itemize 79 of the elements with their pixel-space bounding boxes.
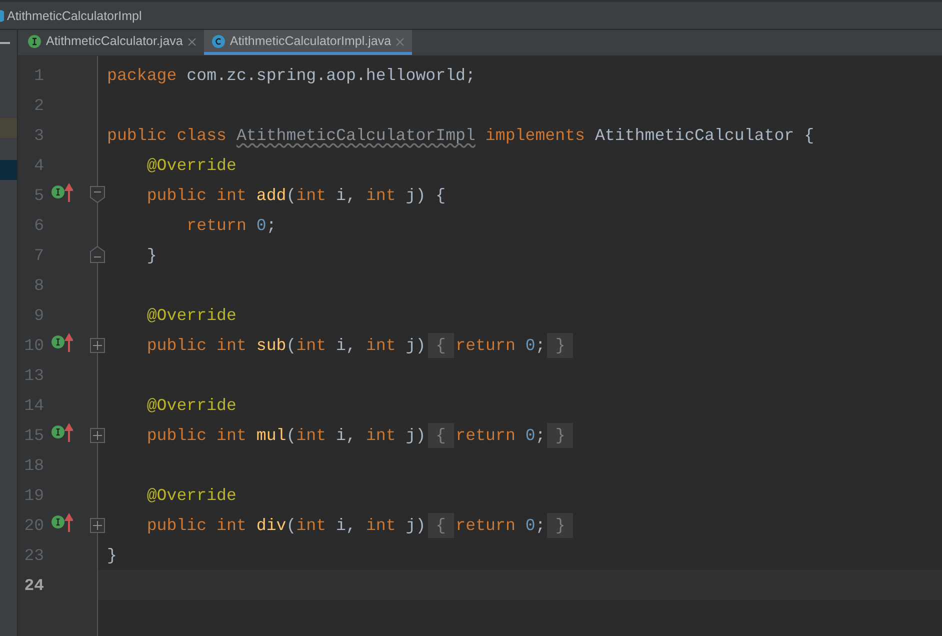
code-token: public int [146, 336, 248, 354]
code-token: add [256, 186, 286, 204]
tree-row-highlight [0, 118, 17, 138]
code-token: } [146, 246, 157, 264]
code-token: sub [256, 336, 286, 354]
code-token: int [296, 336, 326, 354]
expand-icon[interactable] [90, 428, 105, 443]
code-token: i, [335, 426, 357, 444]
code-token: ( [286, 336, 296, 354]
code-token: ; [535, 516, 546, 534]
implements-icon[interactable] [51, 333, 73, 353]
code-token: i, [335, 516, 357, 534]
editor-tab[interactable]: AtithmeticCalculator.java [20, 30, 204, 55]
code-token: j) [404, 426, 426, 444]
breadcrumb-item[interactable]: AtithmeticCalculatorImpl [7, 8, 142, 22]
class-icon [212, 34, 225, 48]
code-token: package [107, 66, 177, 84]
code-token: public int [146, 186, 248, 204]
folded-code-brace[interactable]: } [547, 422, 574, 448]
fold-marker-icon[interactable] [90, 246, 105, 263]
code-token: int [296, 426, 326, 444]
code-token: ; [535, 426, 546, 444]
code-token: ( [286, 426, 296, 444]
tree-row-selection [0, 160, 17, 180]
folded-code-brace[interactable]: } [547, 512, 574, 538]
minimize-icon[interactable] [0, 42, 10, 44]
code-token: j) [404, 336, 426, 354]
fold-marker-icon[interactable] [90, 186, 105, 203]
code-token: return [456, 516, 516, 534]
code-token: ( [286, 186, 296, 204]
code-token: @Override [146, 486, 236, 504]
code-token: int [366, 426, 396, 444]
code-token: public int [146, 516, 248, 534]
interface-icon [28, 34, 41, 48]
code-token: return [456, 426, 516, 444]
code-token: ; [266, 216, 276, 234]
code-token: public class [107, 126, 228, 144]
folded-code-brace[interactable]: { [428, 512, 454, 538]
code-token: int [296, 516, 326, 534]
folded-code-brace[interactable]: { [428, 422, 454, 448]
code-token: int [366, 336, 396, 354]
folded-code-brace[interactable]: { [428, 332, 454, 358]
implements-icon[interactable] [51, 513, 73, 533]
code-token: j) [404, 516, 426, 534]
code-token: AtithmeticCalculator { [594, 126, 814, 144]
tab-label: AtithmeticCalculator.java [46, 34, 183, 48]
implements-icon[interactable] [51, 423, 73, 443]
code-token: @Override [146, 306, 236, 324]
editor-tab[interactable]: AtithmeticCalculatorImpl.java [204, 30, 412, 55]
code-token: ; [535, 336, 546, 354]
code-token: i, [335, 186, 357, 204]
expand-icon[interactable] [90, 518, 105, 533]
code-token: 0 [256, 216, 266, 234]
code-token: @Override [146, 396, 236, 414]
code-token: com.zc.spring.aop.helloworld; [186, 66, 476, 84]
code-token: return [186, 216, 248, 234]
code-token: int [296, 186, 326, 204]
tab-label: AtithmeticCalculatorImpl.java [230, 34, 392, 48]
code-token: int [366, 516, 396, 534]
code-token: i, [335, 336, 357, 354]
folded-code-brace[interactable]: } [547, 332, 574, 358]
code-token: implements [484, 126, 585, 144]
code-token: 0 [525, 336, 536, 354]
code-token: @Override [146, 156, 236, 174]
code-token: AtithmeticCalculatorImpl [236, 126, 476, 144]
expand-icon[interactable] [90, 338, 105, 353]
line-number: 24 [23, 576, 44, 594]
code-token: } [107, 546, 117, 564]
implements-icon[interactable] [51, 183, 73, 203]
code-token: 0 [525, 426, 536, 444]
class-icon [0, 10, 4, 22]
code-token: mul [256, 426, 286, 444]
code-token: div [256, 516, 286, 534]
code-token: ( [286, 516, 296, 534]
code-token: 0 [525, 516, 536, 534]
code-token: int [366, 186, 396, 204]
code-token: return [456, 336, 516, 354]
code-token: j) { [404, 186, 446, 204]
code-token: public int [146, 426, 248, 444]
